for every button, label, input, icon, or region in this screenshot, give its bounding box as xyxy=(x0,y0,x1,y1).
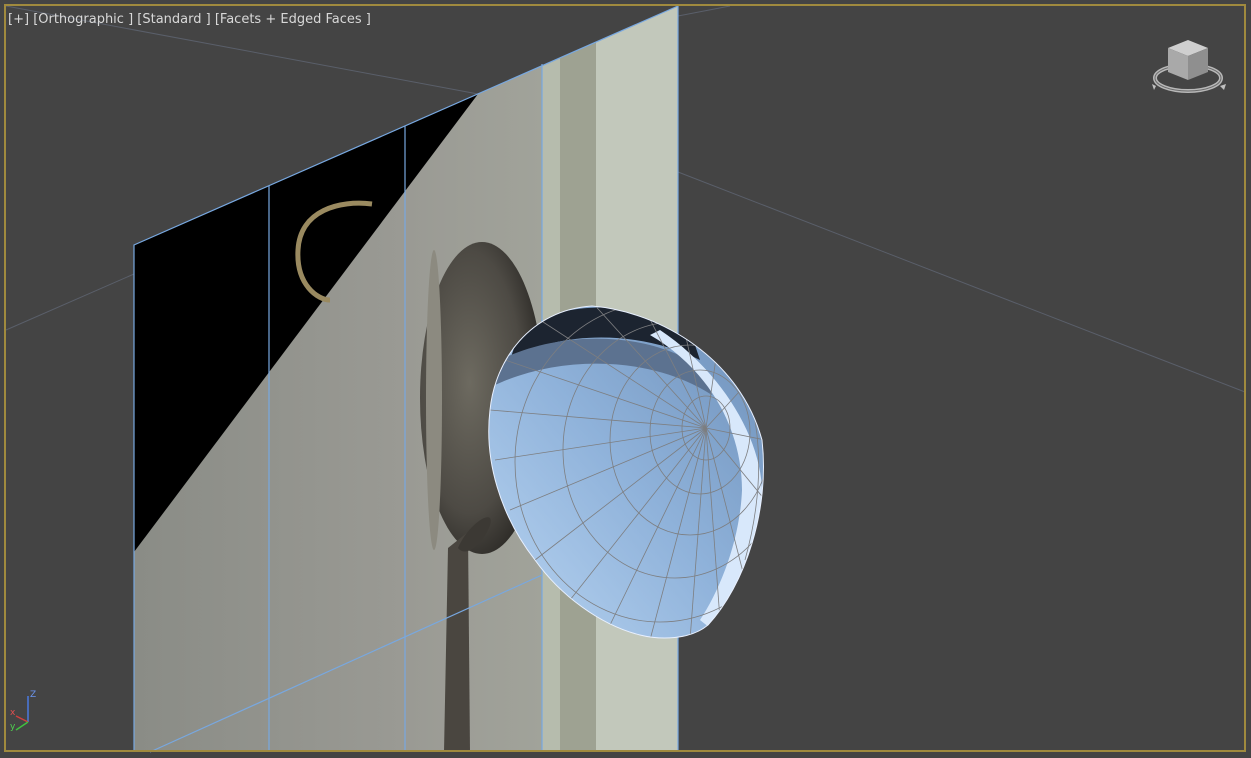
viewport-shading-menu[interactable]: [Standard ] xyxy=(137,12,210,27)
scene-canvas[interactable] xyxy=(0,0,1251,758)
viewport-label-menu: [+] [Orthographic ] [Standard ] [Facets … xyxy=(8,12,371,27)
axis-x-label: x xyxy=(10,708,16,718)
axis-z-label: Z xyxy=(30,690,37,700)
perspective-viewport[interactable]: [+] [Orthographic ] [Standard ] [Facets … xyxy=(0,0,1251,758)
viewport-point-of-view-menu[interactable]: [Orthographic ] xyxy=(33,12,133,27)
axis-y-label: y xyxy=(10,722,16,732)
viewcube-icon[interactable] xyxy=(1150,36,1230,100)
viewport-plus-menu[interactable]: [+] xyxy=(8,12,29,27)
viewport-display-mode-menu[interactable]: [Facets + Edged Faces ] xyxy=(215,12,371,27)
axis-tripod: Z x y xyxy=(10,690,44,734)
